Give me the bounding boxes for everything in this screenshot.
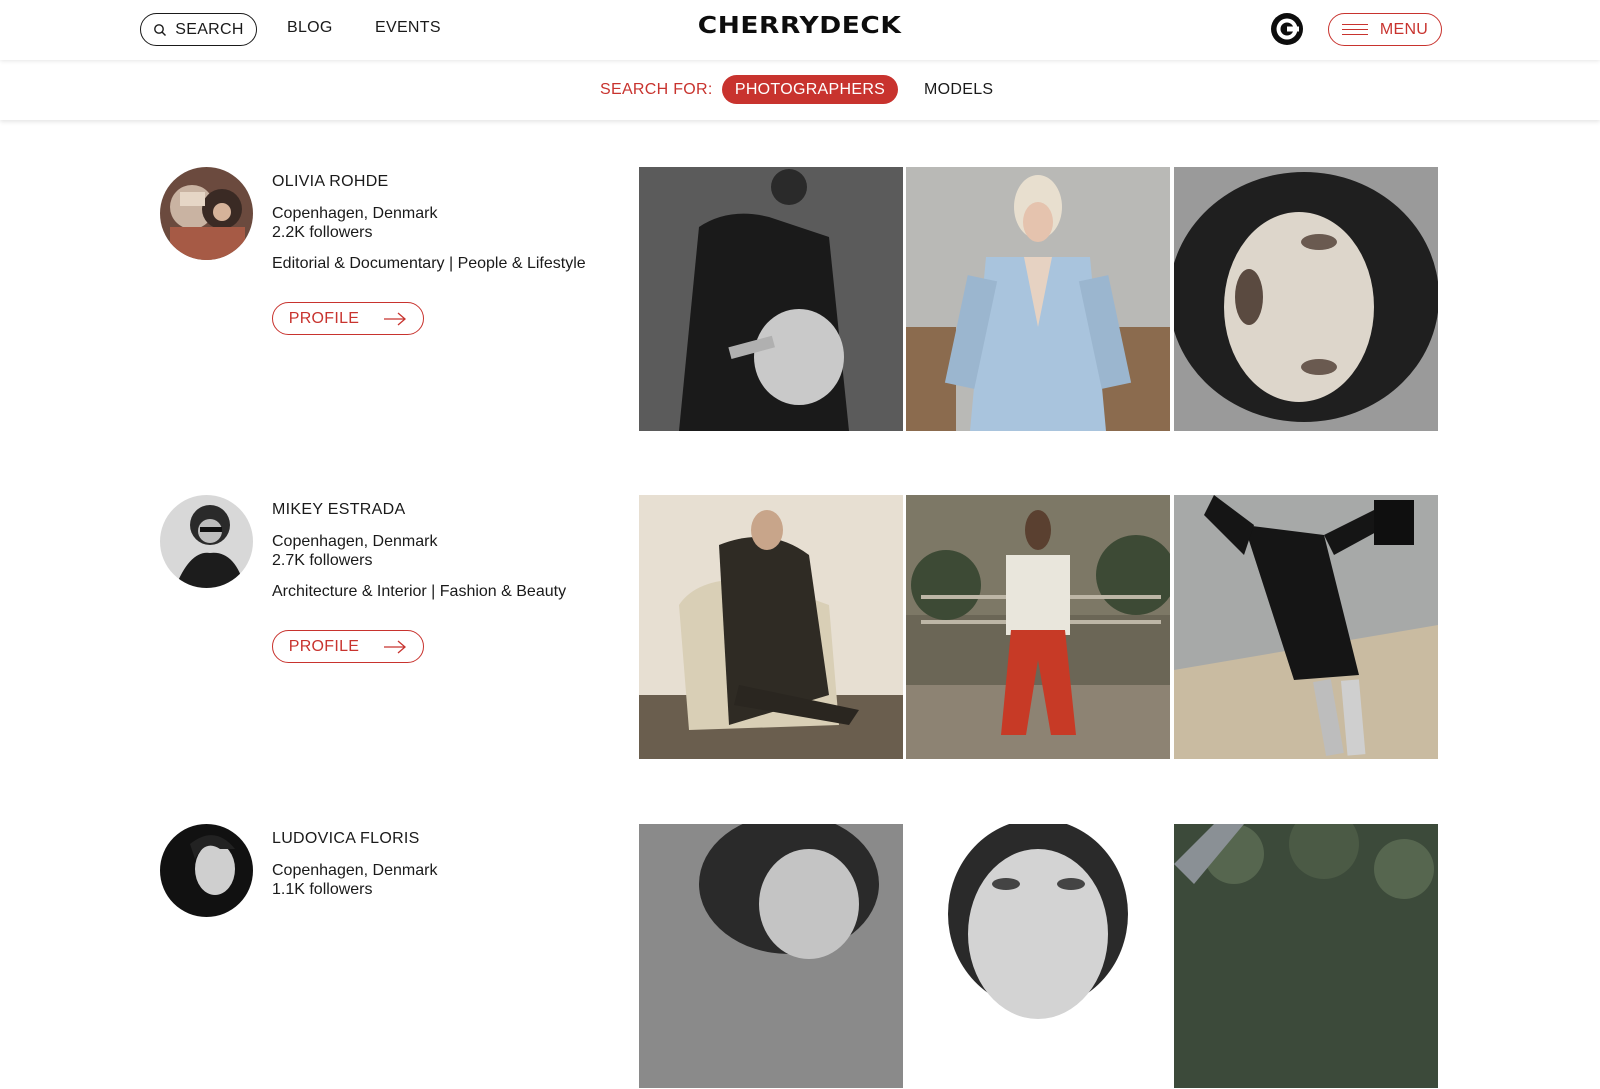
profile-button-label: PROFILE [288,309,360,327]
photographer-location: Copenhagen, Denmark [272,533,438,550]
hamburger-icon [1341,23,1368,36]
nav-link-blog[interactable]: BLOG [287,19,333,37]
search-icon [154,23,167,36]
photographer-location: Copenhagen, Denmark [272,205,438,222]
profile-button-label: PROFILE [288,637,360,655]
avatar[interactable] [160,495,253,588]
photographer-name: OLIVIA ROHDE [272,173,389,190]
portfolio-photo[interactable] [906,824,1170,1088]
photographer-location: Copenhagen, Denmark [272,862,438,879]
photographer-categories: Architecture & Interior | Fashion & Beau… [272,583,567,600]
portfolio-photo[interactable] [639,167,903,431]
portfolio-photo[interactable] [639,495,903,759]
portfolio-photo[interactable] [1174,167,1438,431]
portfolio-photo[interactable] [639,824,903,1088]
photographer-followers: 2.7K followers [272,552,373,569]
cherrydeck-c-icon[interactable] [1270,12,1304,46]
search-button-label: SEARCH [175,20,244,38]
nav-link-events[interactable]: EVENTS [375,19,441,37]
photographer-card: OLIVIA ROHDE Copenhagen, Denmark 2.2K fo… [0,167,1600,432]
photographer-name: LUDOVICA FLORIS [272,830,420,847]
photographer-followers: 2.2K followers [272,224,373,241]
portfolio-photo[interactable] [1174,824,1438,1088]
site-logo[interactable]: CHERRYDECK [698,13,902,39]
menu-button[interactable]: MENU [1328,13,1442,46]
search-for-label: SEARCH FOR: [600,81,713,98]
avatar[interactable] [160,167,253,260]
portfolio-photo[interactable] [1174,495,1438,759]
photographer-followers: 1.1K followers [272,881,373,898]
arrow-right-icon [384,312,407,325]
search-button[interactable]: SEARCH [140,13,257,46]
photographer-categories: Editorial & Documentary | People & Lifes… [272,255,586,272]
menu-button-label: MENU [1379,20,1429,38]
profile-button[interactable]: PROFILE [272,630,424,663]
arrow-right-icon [384,640,407,653]
profile-button[interactable]: PROFILE [272,302,424,335]
photographer-name: MIKEY ESTRADA [272,501,406,518]
photographer-card: LUDOVICA FLORIS Copenhagen, Denmark 1.1K… [0,824,1600,1089]
filter-photographers-tab[interactable]: PHOTOGRAPHERS [722,75,898,104]
portfolio-photo[interactable] [906,167,1170,431]
top-navigation: SEARCH BLOG EVENTS CHERRYDECK MENU [0,0,1600,60]
search-filter-bar: SEARCH FOR: PHOTOGRAPHERS MODELS [0,60,1600,120]
portfolio-photo[interactable] [906,495,1170,759]
photographer-card: MIKEY ESTRADA Copenhagen, Denmark 2.7K f… [0,495,1600,760]
avatar[interactable] [160,824,253,917]
filter-models-tab[interactable]: MODELS [924,81,993,99]
